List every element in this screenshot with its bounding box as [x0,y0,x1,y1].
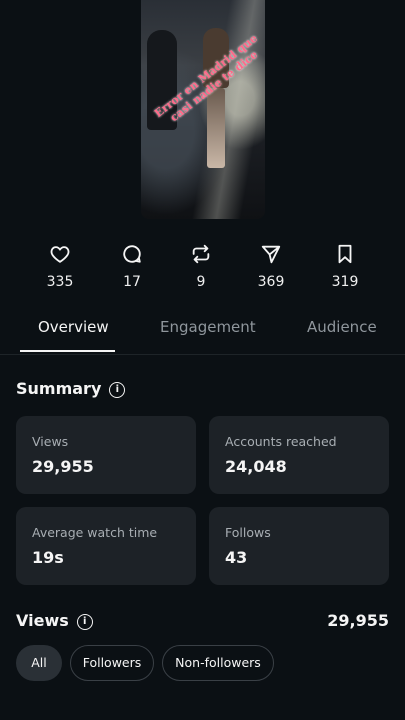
likes-count: 335 [46,274,74,290]
card-value: 29,955 [32,457,94,476]
saves-count: 319 [331,274,359,290]
filter-non-followers[interactable]: Non-followers [162,645,274,681]
repost-icon [192,244,210,264]
reposts-count: 9 [196,274,206,290]
card-value: 43 [225,548,248,567]
comment-icon [123,245,141,263]
comments-stat[interactable]: 17 [107,243,157,290]
card-label: Accounts reached [225,434,337,449]
card-value: 19s [32,548,64,567]
summary-header: Summary i [16,379,126,398]
active-tab-indicator [20,350,115,352]
tab-engagement[interactable]: Engagement [160,318,256,336]
heart-icon [50,246,70,263]
tab-audience[interactable]: Audience [307,318,377,336]
card-label: Views [32,434,69,449]
tab-overview[interactable]: Overview [38,318,109,336]
saves-stat[interactable]: 319 [320,243,370,290]
shares-stat[interactable]: 369 [246,243,296,290]
info-icon[interactable]: i [76,613,93,630]
likes-stat[interactable]: 335 [35,243,85,290]
shares-count: 369 [257,274,285,290]
summary-title: Summary [16,379,102,398]
bookmark-icon [338,244,352,264]
thumbnail-person-legs [207,88,225,168]
views-header: Views i [16,611,93,630]
views-card: Views 29,955 [16,416,196,494]
filter-all[interactable]: All [16,645,62,681]
engagement-stats: 335 17 9 369 319 [0,243,405,295]
filter-followers[interactable]: Followers [70,645,154,681]
reposts-stat[interactable]: 9 [176,243,226,290]
card-value: 24,048 [225,457,287,476]
accounts-reached-card: Accounts reached 24,048 [209,416,389,494]
comments-count: 17 [123,274,141,290]
card-label: Average watch time [32,525,158,540]
reel-thumbnail[interactable]: Error en Madrid que casi nadie te dice [141,0,265,219]
card-label: Follows [225,525,271,540]
views-title: Views [16,611,69,630]
views-total: 29,955 [327,611,389,630]
info-icon[interactable]: i [109,381,126,398]
follows-card: Follows 43 [209,507,389,585]
send-icon [261,245,281,264]
average-watch-time-card: Average watch time 19s [16,507,196,585]
